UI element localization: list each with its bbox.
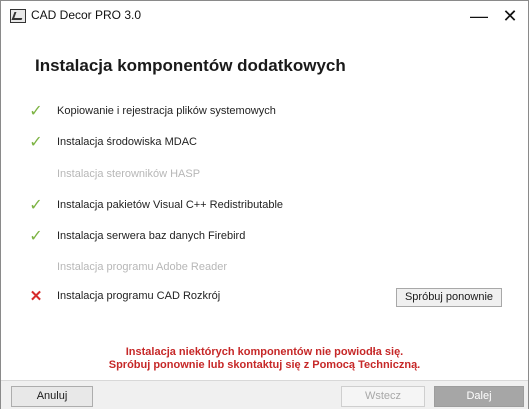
page-title: Instalacja komponentów dodatkowych [35, 56, 346, 75]
step-item: ✓ Kopiowanie i rejestracja plików system… [1, 102, 528, 122]
step-label: Instalacja serwera baz danych Firebird [57, 230, 246, 242]
step-label: Instalacja środowiska MDAC [57, 136, 197, 148]
window-title: CAD Decor PRO 3.0 [31, 8, 142, 22]
back-button[interactable]: Wstecz [341, 386, 425, 407]
error-message-line-1: Instalacja niektórych komponentów nie po… [125, 346, 404, 358]
step-item: Instalacja sterowników HASP [1, 165, 528, 185]
checkmark-icon: ✓ [29, 228, 43, 245]
next-button[interactable]: Dalej [434, 386, 524, 407]
step-item: ✓ Instalacja środowiska MDAC [1, 133, 528, 153]
step-label: Kopiowanie i rejestracja plików systemow… [57, 105, 276, 117]
checkmark-icon: ✓ [29, 103, 43, 120]
checkmark-icon: ✓ [29, 197, 43, 214]
footer-bar: Anuluj Wstecz Dalej [1, 380, 528, 409]
cad-decor-app-icon [10, 9, 26, 23]
step-item: ✓ Instalacja serwera baz danych Firebird [1, 227, 528, 247]
step-label: Instalacja programu Adobe Reader [57, 261, 227, 273]
close-button[interactable]: ✕ [497, 3, 523, 29]
installer-window: CAD Decor PRO 3.0 — ✕ Instalacja kompone… [0, 0, 529, 409]
step-label: Instalacja pakietów Visual C++ Redistrib… [57, 199, 284, 211]
error-x-icon: ✕ [29, 288, 43, 305]
retry-button[interactable]: Spróbuj ponownie [396, 288, 502, 307]
checkmark-icon: ✓ [29, 134, 43, 151]
step-item: Instalacja programu Adobe Reader [1, 258, 528, 278]
minimize-button[interactable]: — [466, 3, 492, 29]
error-message-line-2: Spróbuj ponownie lub skontaktuj się z Po… [108, 359, 421, 371]
step-label: Instalacja programu CAD Rozkrój [57, 290, 221, 302]
step-item: ✓ Instalacja pakietów Visual C++ Redistr… [1, 196, 528, 216]
step-label: Instalacja sterowników HASP [57, 168, 201, 180]
title-bar[interactable]: CAD Decor PRO 3.0 — ✕ [1, 1, 528, 31]
cancel-button[interactable]: Anuluj [11, 386, 93, 407]
